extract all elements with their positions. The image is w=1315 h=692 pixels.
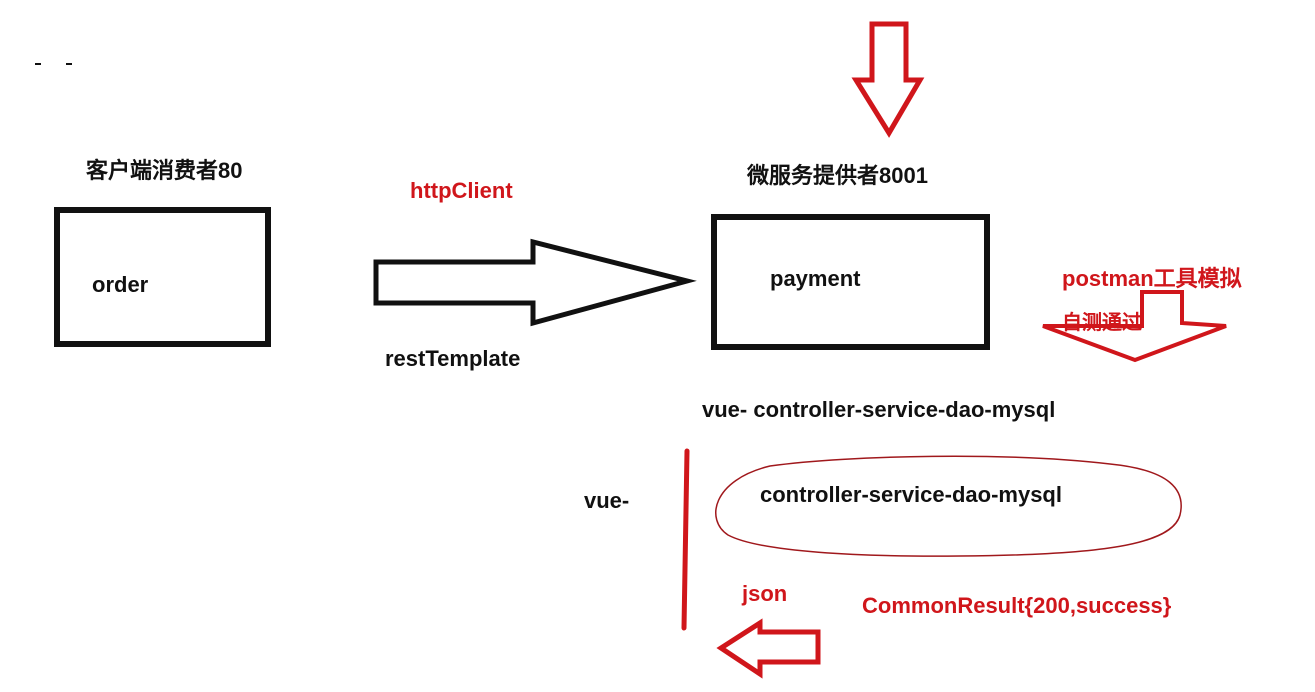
postman-label: postman工具模拟	[1062, 266, 1242, 291]
backend-stack-label: controller-service-dao-mysql	[760, 482, 1062, 507]
request-arrow	[373, 238, 697, 327]
payment-label: payment	[770, 266, 861, 291]
consumer-title: 客户端消费者80	[86, 158, 243, 183]
json-label: json	[742, 581, 788, 606]
diagram-canvas: 客户端消费者80 order httpClient restTemplate 微…	[0, 0, 1315, 692]
order-label: order	[92, 272, 149, 297]
separator-line	[681, 448, 690, 631]
diagram-shapes	[35, 21, 1227, 679]
test-down-arrow	[851, 21, 925, 138]
response-arrow	[716, 618, 821, 679]
rest-template-label: restTemplate	[385, 346, 521, 371]
full-stack-label: vue- controller-service-dao-mysql	[702, 397, 1056, 422]
self-test-label: 自测通过	[1062, 312, 1142, 334]
vue-label: vue-	[584, 488, 630, 513]
http-client-label: httpClient	[410, 178, 513, 203]
provider-title: 微服务提供者8001	[747, 163, 928, 188]
order-box	[54, 207, 271, 347]
common-result-label: CommonResult{200,success}	[862, 593, 1172, 618]
